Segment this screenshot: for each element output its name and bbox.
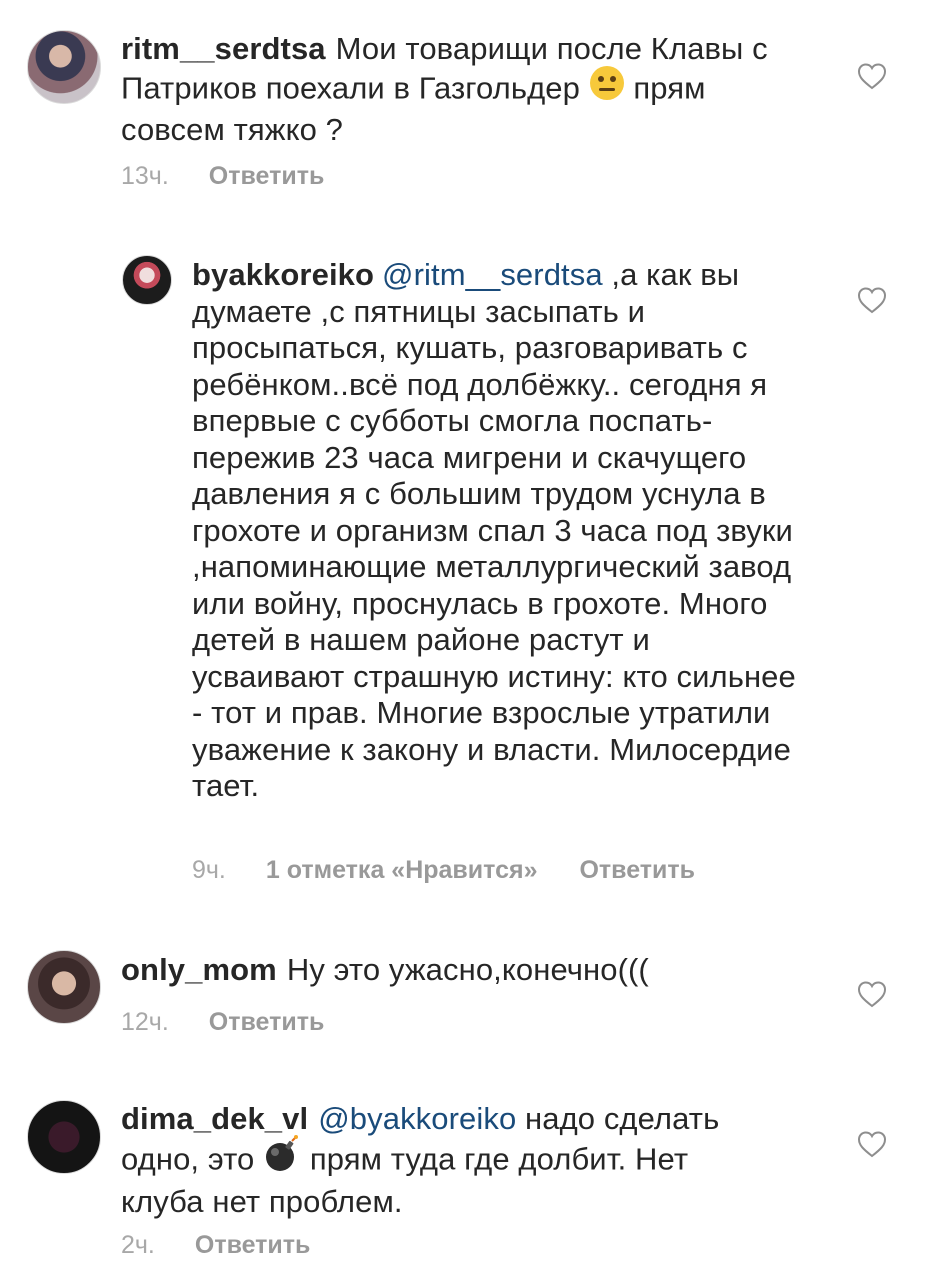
timestamp: 12ч. <box>121 1008 169 1036</box>
comment-meta: 2ч. Ответить <box>121 1231 310 1260</box>
avatar[interactable] <box>27 30 101 104</box>
reply-button[interactable]: Ответить <box>195 1231 311 1260</box>
comment-meta: 12ч. Ответить <box>121 1008 324 1037</box>
comment-meta: 9ч. 1 отметка «Нравится» Ответить <box>192 856 695 885</box>
username[interactable]: dima_dek_vl <box>121 1101 308 1136</box>
timestamp: 13ч. <box>121 162 169 190</box>
like-heart-icon[interactable] <box>857 1130 887 1158</box>
mention-link[interactable]: @byakkoreiko <box>318 1101 516 1136</box>
comment-meta: 13ч. Ответить <box>121 162 324 191</box>
comment-text: dima_dek_vl @byakkoreiko надо сделать одн… <box>121 1101 720 1219</box>
likes-count-link[interactable]: 1 отметка «Нравится» <box>266 856 538 885</box>
comment-text: only_mom Ну это ужасно,конечно((( <box>121 952 649 987</box>
timestamp: 2ч. <box>121 1231 155 1259</box>
avatar[interactable] <box>27 1100 101 1174</box>
avatar[interactable] <box>122 255 172 305</box>
username[interactable]: byakkoreiko <box>192 257 374 292</box>
reply-button[interactable]: Ответить <box>209 162 325 191</box>
username[interactable]: only_mom <box>121 952 277 987</box>
reply-button[interactable]: Ответить <box>579 856 695 885</box>
avatar[interactable] <box>27 950 101 1024</box>
like-heart-icon[interactable] <box>857 62 887 90</box>
mention-link[interactable]: @ritm__serdtsa <box>382 257 603 292</box>
username[interactable]: ritm__serdtsa <box>121 31 326 66</box>
like-heart-icon[interactable] <box>857 980 887 1008</box>
neutral-face-emoji <box>589 65 625 110</box>
comment-text: ritm__serdtsa Мои товарищи после Клавы с … <box>121 31 768 147</box>
comment-text: byakkoreiko @ritm__serdtsa ,а как вы дума… <box>192 257 796 803</box>
like-heart-icon[interactable] <box>857 286 887 314</box>
timestamp: 9ч. <box>192 856 226 884</box>
reply-button[interactable]: Ответить <box>209 1008 325 1037</box>
bomb-emoji <box>263 1134 301 1182</box>
